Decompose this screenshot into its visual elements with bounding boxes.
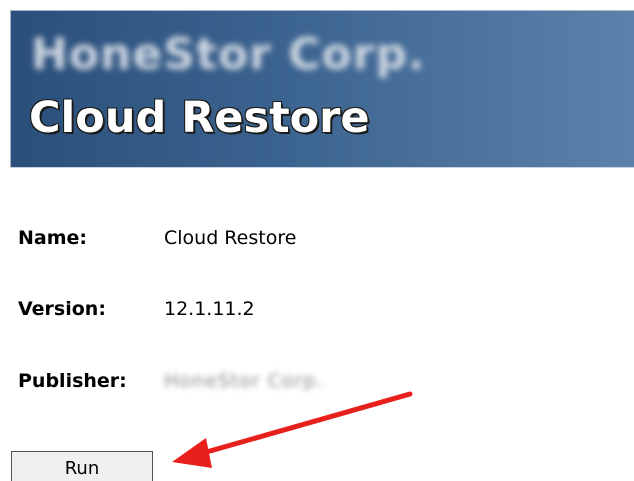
header-banner: HoneStor Corp. Cloud Restore bbox=[10, 10, 634, 168]
installer-page: HoneStor Corp. Cloud Restore Name: Cloud… bbox=[0, 0, 634, 481]
company-name: HoneStor Corp. bbox=[31, 29, 426, 80]
arrow-shaft bbox=[193, 391, 413, 458]
product-title: Cloud Restore bbox=[29, 93, 370, 143]
publisher-label: Publisher: bbox=[18, 370, 127, 392]
version-value: 12.1.11.2 bbox=[164, 298, 255, 320]
run-button[interactable]: Run bbox=[11, 451, 153, 481]
name-label: Name: bbox=[18, 227, 88, 249]
publisher-value: HoneStor Corp. bbox=[164, 370, 324, 392]
version-label: Version: bbox=[18, 298, 106, 320]
arrow-head bbox=[172, 438, 212, 468]
name-value: Cloud Restore bbox=[164, 227, 297, 249]
